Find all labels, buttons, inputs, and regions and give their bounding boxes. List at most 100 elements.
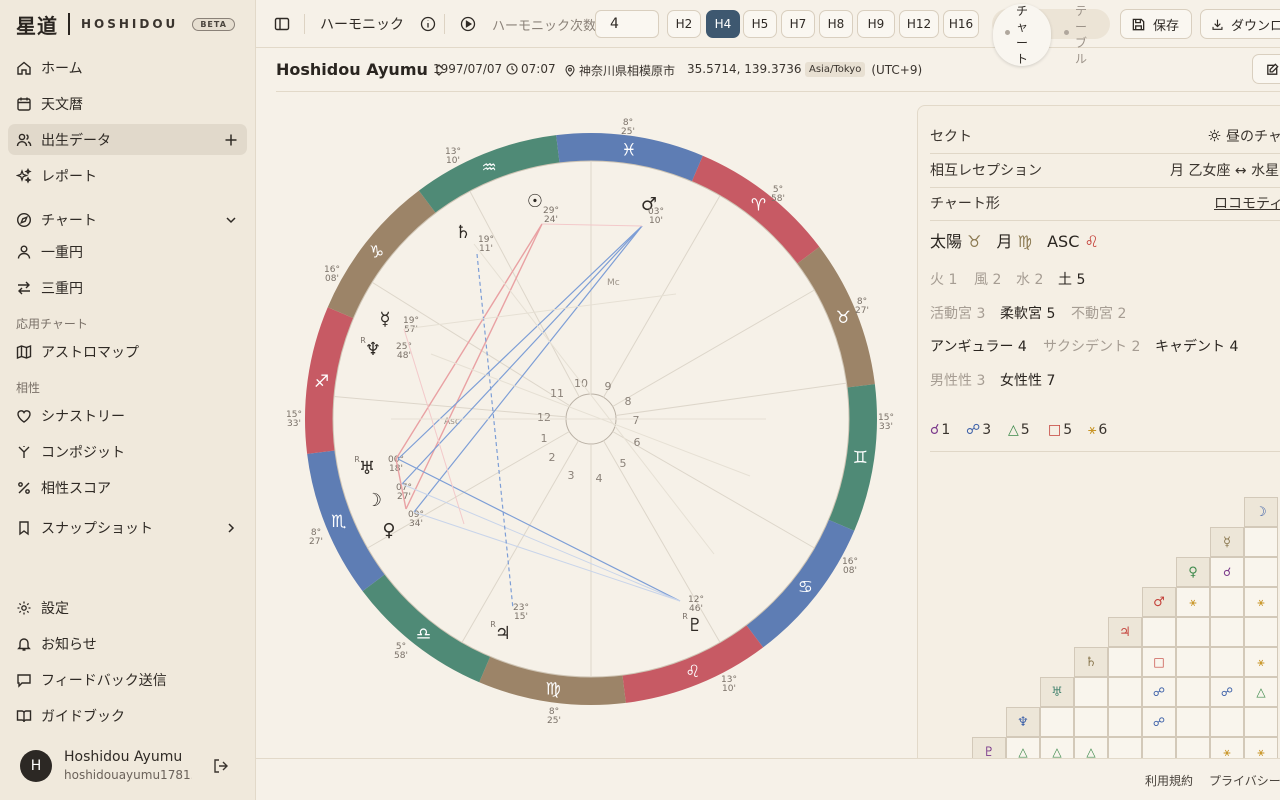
planet-icon[interactable]: ☽: [366, 490, 382, 511]
cusp-minute: 08': [325, 274, 339, 284]
chart-shape-value[interactable]: ロコモティブ: [1214, 193, 1280, 213]
polarity-stat: 男性性 3: [930, 373, 986, 389]
view-table-dot: [1064, 30, 1069, 35]
aspect-cell[interactable]: [1176, 647, 1210, 677]
harmonic-button-h7[interactable]: H7: [781, 10, 815, 38]
aspect-cell[interactable]: [1108, 707, 1142, 737]
planet-icon[interactable]: ♅: [359, 458, 375, 479]
leo-icon: ♌: [1084, 232, 1099, 251]
aspect-cell[interactable]: [1108, 647, 1142, 677]
aspect-cell[interactable]: [1210, 647, 1244, 677]
toolbar: ハーモニック ハーモニック次数 H2H4H5H7H8H9H12H16 チャート …: [256, 0, 1280, 66]
harmonic-button-h16[interactable]: H16: [943, 10, 979, 38]
info-button[interactable]: [418, 14, 438, 34]
aspect-cell[interactable]: [1244, 527, 1278, 557]
brand-logo[interactable]: 星道 HOSHIDOU BETA: [16, 10, 235, 38]
aspect-cell[interactable]: [1210, 617, 1244, 647]
sidebar-item-feedback[interactable]: フィードバック送信: [8, 664, 247, 695]
sidebar-item-triple-wheel[interactable]: 三重円: [8, 272, 247, 303]
edit-button[interactable]: [1252, 54, 1280, 84]
aspect-cell[interactable]: [1210, 587, 1244, 617]
sidebar-item-compat-score[interactable]: 相性スコア: [8, 472, 247, 503]
aspect-cell[interactable]: [1040, 707, 1074, 737]
bookmark-icon: [16, 520, 32, 536]
add-icon[interactable]: [223, 132, 239, 148]
view-chart-dot: [1005, 30, 1010, 35]
planet-icon[interactable]: ♄: [455, 222, 471, 243]
sidebar-item-label: 三重円: [41, 280, 83, 297]
sidebar-item-report[interactable]: レポート: [8, 160, 247, 191]
aspect-cell[interactable]: [1244, 617, 1278, 647]
sidebar-item-ephemeris[interactable]: 天文暦: [8, 88, 247, 119]
reception-label: 相互レセプション: [930, 163, 1042, 179]
sidebar-item-settings[interactable]: 設定: [8, 592, 247, 623]
aspect-cell[interactable]: ⚹: [1244, 647, 1278, 677]
sidebar-toggle-button[interactable]: [272, 14, 292, 34]
planet-icon[interactable]: ☉: [527, 191, 543, 212]
planet-icon[interactable]: ♃: [495, 623, 511, 644]
download-button[interactable]: ダウンロード: [1200, 9, 1280, 39]
sidebar-item-single-wheel[interactable]: 一重円: [8, 236, 247, 267]
sidebar-item-guidebook[interactable]: ガイドブック: [8, 700, 247, 731]
sect-row: セクト 昼のチャート: [930, 126, 1280, 154]
view-toggle[interactable]: チャート テーブル: [992, 4, 1110, 66]
planet-icon[interactable]: ♆: [365, 339, 381, 360]
sidebar-item-astromap[interactable]: アストロマップ: [8, 336, 247, 367]
aspect-cell[interactable]: [1244, 707, 1278, 737]
aspect-cell[interactable]: [1074, 677, 1108, 707]
aspect-count-value: 3: [982, 422, 992, 438]
harmonic-button-h12[interactable]: H12: [899, 10, 939, 38]
aspect-cell[interactable]: ☌: [1210, 557, 1244, 587]
user-profile[interactable]: H Hoshidou Ayumu hoshidouayumu1781...: [0, 744, 256, 800]
harmonic-button-h4[interactable]: H4: [706, 10, 740, 38]
aspect-cell[interactable]: [1176, 677, 1210, 707]
sidebar-item-chart[interactable]: チャート: [8, 204, 247, 235]
aspect-cell[interactable]: ☍: [1142, 677, 1176, 707]
sparkles-icon: [16, 167, 32, 184]
grid-planet-icon: ♆: [1006, 707, 1040, 737]
coordinates: 35.5714, 139.3736: [687, 62, 802, 76]
chart-shape-label: チャート形: [930, 196, 1000, 212]
sidebar-item-birth-data[interactable]: 出生データ: [8, 124, 247, 155]
privacy-link[interactable]: プライバシー: [1209, 772, 1280, 789]
sidebar-item-synastry[interactable]: シナストリー: [8, 400, 247, 431]
aspect-cell[interactable]: △: [1244, 677, 1278, 707]
timezone: Asia/Tokyo (UTC+9): [805, 62, 922, 77]
sidebar-item-notifications[interactable]: お知らせ: [8, 628, 247, 659]
harmonic-button-h5[interactable]: H5: [743, 10, 777, 38]
harmonic-order-input[interactable]: [595, 10, 659, 38]
play-button[interactable]: [458, 14, 478, 34]
harmonic-button-h9[interactable]: H9: [857, 10, 895, 38]
planet-icon[interactable]: ☿: [379, 309, 390, 330]
planet-icon[interactable]: ♇: [687, 615, 703, 636]
moon-label: 月: [996, 232, 1013, 251]
aspect-cell[interactable]: [1074, 707, 1108, 737]
birth-time-value: 07:07: [521, 62, 556, 76]
harmonic-button-h2[interactable]: H2: [667, 10, 701, 38]
aspect-cell[interactable]: ☍: [1142, 707, 1176, 737]
aspect-cell[interactable]: ☍: [1210, 677, 1244, 707]
terms-link[interactable]: 利用規約: [1145, 772, 1193, 789]
aspect-cell[interactable]: ⚹: [1176, 587, 1210, 617]
aspect-counts: ☌ 1 ☍ 3 △ 5 □ 5 ⚹ 6: [930, 422, 1280, 452]
info-icon: [420, 16, 436, 32]
retrograde-marker: R: [682, 612, 688, 621]
houses-stat: キャデント 4: [1155, 339, 1239, 355]
aspect-cell[interactable]: ⚹: [1244, 587, 1278, 617]
polarity-stat: 女性性 7: [1000, 373, 1056, 389]
sidebar-item-composite[interactable]: コンポジット: [8, 436, 247, 467]
aspect-cell[interactable]: [1210, 707, 1244, 737]
harmonic-button-h8[interactable]: H8: [819, 10, 853, 38]
aspect-cell[interactable]: □: [1142, 647, 1176, 677]
planet-icon[interactable]: ♀: [382, 520, 395, 541]
aspect-cell[interactable]: [1244, 557, 1278, 587]
sidebar-item-snapshot[interactable]: スナップショット: [8, 512, 247, 543]
person-selector[interactable]: Hoshidou Ayumu: [276, 60, 444, 79]
aspect-cell[interactable]: [1142, 617, 1176, 647]
aspect-cell[interactable]: [1176, 707, 1210, 737]
sidebar-item-home[interactable]: ホーム: [8, 52, 247, 83]
aspect-cell[interactable]: [1108, 677, 1142, 707]
logout-icon[interactable]: [212, 757, 230, 775]
aspect-cell[interactable]: [1176, 617, 1210, 647]
save-button[interactable]: 保存: [1120, 9, 1192, 39]
